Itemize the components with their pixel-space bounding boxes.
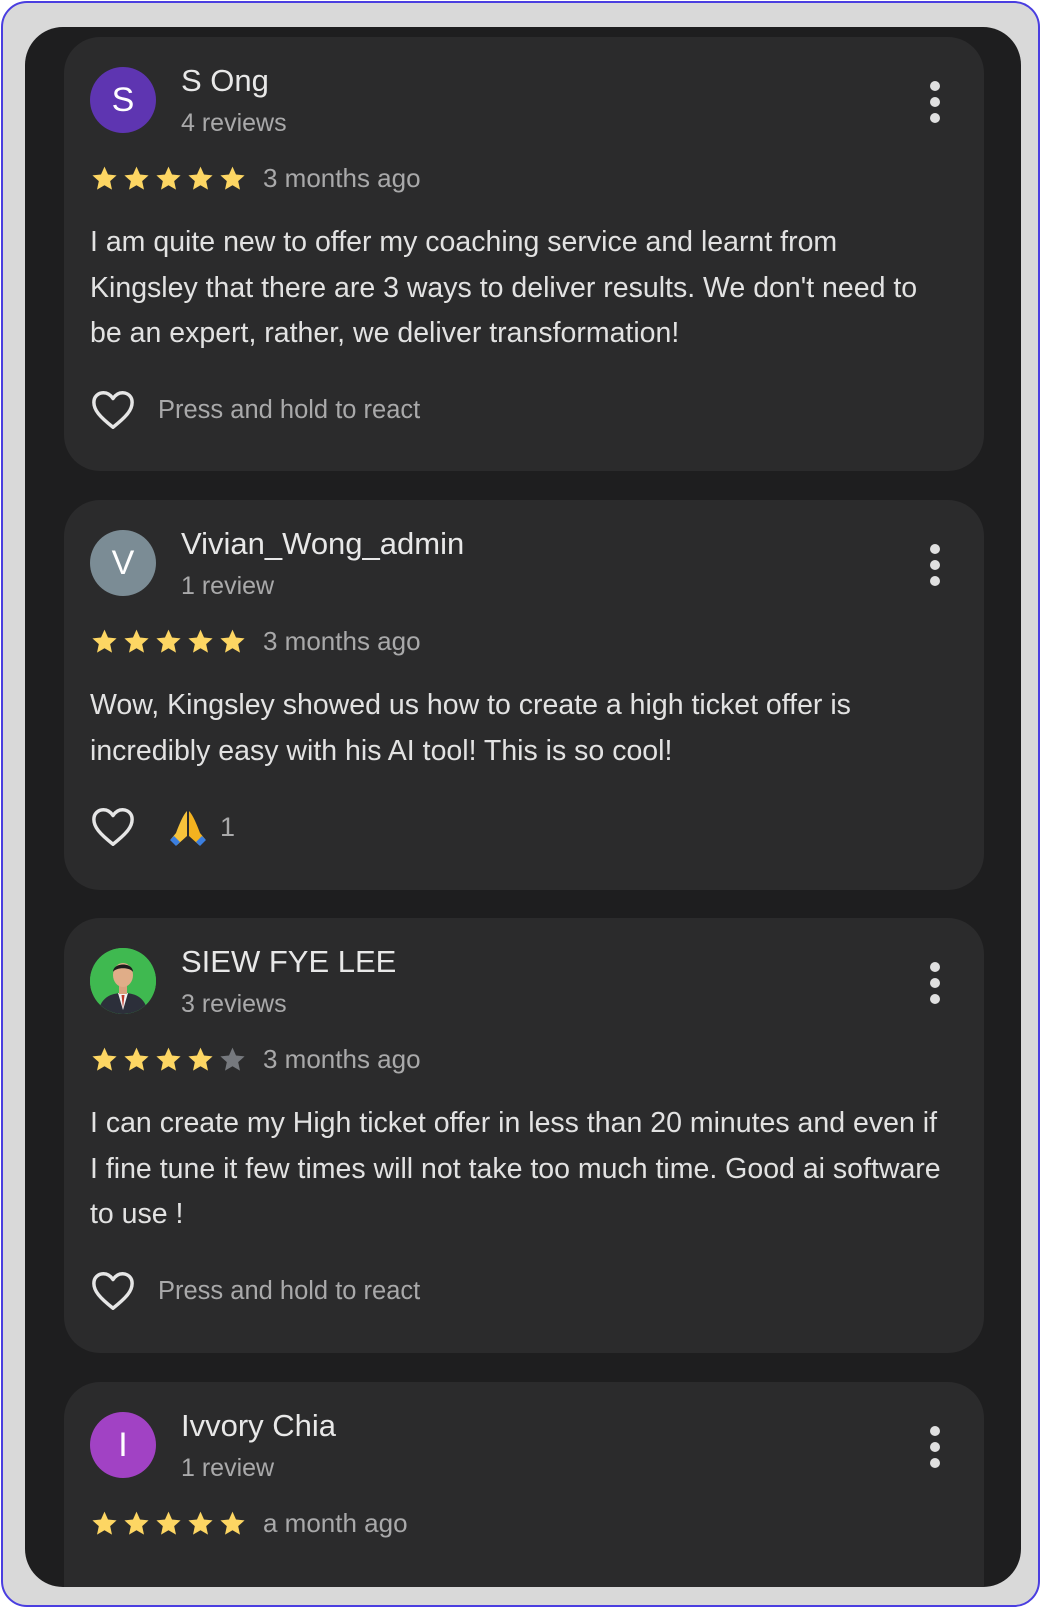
device-frame: S S Ong 4 reviews 3 months ago I am quit…: [1, 1, 1040, 1607]
reviews-screen: S S Ong 4 reviews 3 months ago I am quit…: [25, 27, 1021, 1587]
star-icon: [220, 1511, 245, 1535]
reaction-count: 1: [220, 811, 236, 842]
reviewer-name[interactable]: S Ong: [181, 63, 269, 99]
review-card: SIEW FYE LEE 3 reviews 3 months ago I ca…: [64, 918, 984, 1353]
star-icon: [156, 629, 181, 653]
avatar[interactable]: V: [90, 530, 156, 596]
star-icon: [220, 629, 245, 653]
review-card: I Ivvory Chia 1 review a month ago: [64, 1382, 984, 1587]
avatar-initial: S: [111, 80, 135, 119]
review-time: 3 months ago: [263, 625, 421, 656]
reaction-row: 1: [90, 802, 235, 852]
review-text: Wow, Kingsley showed us how to create a …: [90, 689, 851, 767]
reviewer-name[interactable]: Ivvory Chia: [181, 1408, 336, 1444]
person-photo-icon: [90, 948, 156, 1014]
react-hint: Press and hold to react: [158, 395, 421, 424]
reviewer-name[interactable]: SIEW FYE LEE: [181, 944, 396, 980]
star-rating: [90, 627, 247, 656]
more-options-icon[interactable]: [928, 544, 942, 586]
star-icon: [92, 1047, 117, 1071]
reaction-row: Press and hold to react: [90, 1266, 420, 1316]
more-options-icon[interactable]: [928, 962, 942, 1004]
reviewer-review-count: 1 review: [181, 1454, 275, 1482]
star-icon: [124, 1047, 149, 1071]
rating-row: 3 months ago: [90, 1042, 421, 1076]
reviewer-review-count: 1 review: [181, 572, 275, 600]
avatar[interactable]: S: [90, 67, 156, 133]
reviewer-name[interactable]: Vivian_Wong_admin: [181, 526, 464, 562]
avatar-photo[interactable]: [90, 948, 156, 1014]
heart-icon[interactable]: [90, 388, 136, 432]
star-rating: [90, 164, 247, 193]
review-card: S S Ong 4 reviews 3 months ago I am quit…: [64, 37, 984, 471]
heart-icon[interactable]: [90, 805, 136, 849]
star-icon: [124, 1511, 149, 1535]
star-icon: [124, 629, 149, 653]
star-icon: [124, 166, 149, 190]
review-card: V Vivian_Wong_admin 1 review 3 months ag…: [64, 500, 984, 890]
review-text: I am quite new to offer my coaching serv…: [90, 226, 918, 349]
review-time: 3 months ago: [263, 1043, 421, 1074]
review-time: a month ago: [263, 1507, 408, 1538]
avatar[interactable]: I: [90, 1412, 156, 1478]
star-icon: [188, 629, 213, 653]
star-icon: [156, 166, 181, 190]
react-hint: Press and hold to react: [158, 1276, 421, 1305]
star-icon: [92, 1511, 117, 1535]
reviewer-review-count: 4 reviews: [181, 109, 287, 137]
star-icon: [188, 166, 213, 190]
star-icon: [188, 1047, 213, 1071]
star-icon: [156, 1047, 181, 1071]
rating-row: a month ago: [90, 1506, 408, 1540]
avatar-initial: I: [118, 1425, 128, 1464]
review-text: I can create my High ticket offer in les…: [90, 1107, 941, 1230]
heart-icon[interactable]: [90, 1269, 136, 1313]
star-icon: [220, 166, 245, 190]
star-icon: [92, 166, 117, 190]
star-icon: [156, 1511, 181, 1535]
reaction-row: Press and hold to react: [90, 385, 420, 435]
star-icon: [188, 1511, 213, 1535]
avatar-initial: V: [111, 543, 135, 582]
star-icon: [92, 629, 117, 653]
rating-row: 3 months ago: [90, 624, 421, 658]
more-options-icon[interactable]: [928, 1426, 942, 1468]
more-options-icon[interactable]: [928, 81, 942, 123]
star-rating: [90, 1509, 247, 1538]
rating-row: 3 months ago: [90, 161, 421, 195]
star-rating: [90, 1045, 247, 1074]
review-time: 3 months ago: [263, 162, 421, 193]
star-empty-icon: [220, 1047, 245, 1071]
folded-hands-icon: [170, 811, 206, 846]
reviewer-review-count: 3 reviews: [181, 990, 287, 1018]
reaction-chip[interactable]: 1: [166, 805, 235, 849]
